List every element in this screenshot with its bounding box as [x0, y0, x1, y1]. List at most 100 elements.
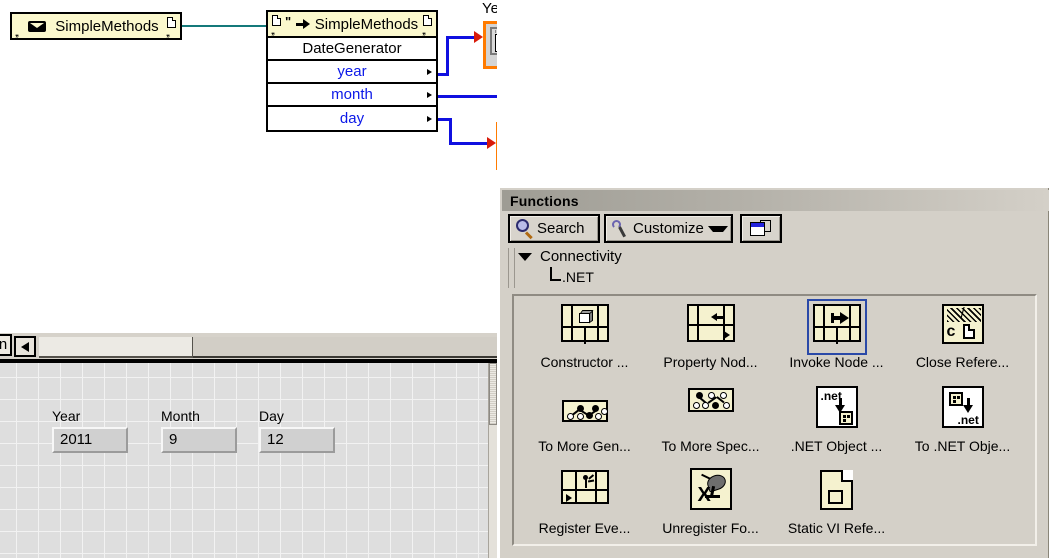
palette-item-static-vi-reference[interactable]: Static VI Refe... — [774, 464, 899, 544]
scrollbar-thumb[interactable] — [489, 363, 497, 425]
customize-button[interactable]: Customize — [604, 214, 733, 243]
breadcrumb-level-2[interactable]: .NET — [562, 269, 594, 285]
refnum-left-icon: ,, — [15, 28, 19, 38]
invoke-node-method-label: DateGenerator — [302, 40, 402, 57]
front-panel-vertical-scrollbar[interactable] — [488, 363, 497, 558]
static-vi-reference-icon — [809, 466, 865, 518]
front-panel-canvas[interactable]: Year 2011 Month 9 Day 12 — [0, 363, 489, 558]
wire-day-to-terminal — [449, 142, 489, 145]
indicator-terminal-day[interactable]: 1.23 DBL — [496, 122, 497, 170]
chevron-down-icon[interactable] — [518, 253, 532, 261]
indicator-year-inner: 1.23 — [490, 27, 497, 55]
palette-toolbar: Search Customize — [508, 214, 1048, 244]
invoke-node-icon — [806, 299, 867, 355]
labview-screenshot: ,, SimpleMethods ,, ,, " SimpleMethods ,… — [0, 0, 1049, 558]
palette-item-caption: To More Spec... — [661, 438, 760, 454]
palette-item-caption: Constructor ... — [540, 354, 629, 370]
property-node-icon — [683, 300, 739, 352]
toolbar-text-fragment: n — [0, 334, 12, 356]
palette-item-caption: To More Gen... — [538, 438, 631, 454]
breadcrumb-rail — [508, 248, 515, 288]
constructor-node-title: SimpleMethods — [55, 17, 159, 35]
refnum-right-icon: ,, — [166, 16, 177, 38]
refnum-out-icon: ,, — [422, 14, 433, 36]
indicator-label-year: Year — [482, 0, 497, 17]
functions-palette-window[interactable]: Functions Search Customize Connectivity … — [498, 186, 1049, 558]
unregister-for-events-icon: X — [683, 466, 739, 518]
indicator-terminal-year[interactable]: 1.23 DBL — [483, 21, 497, 69]
palette-item-caption: Register Eve... — [538, 520, 631, 536]
param-year-output-terminal — [427, 68, 432, 75]
constructor-node-icon — [557, 300, 613, 352]
invoke-node-param-year[interactable]: year — [268, 61, 436, 84]
palette-item-caption: Close Refere... — [915, 354, 1010, 370]
constructor-node-header: ,, SimpleMethods ,, — [12, 14, 180, 38]
fp-label-month: Month — [161, 408, 200, 424]
palette-item-caption: .NET Object ... — [790, 438, 883, 454]
palette-item-to-more-generic[interactable]: To More Gen... — [522, 382, 647, 465]
wire-year-vertical — [446, 36, 449, 76]
to-more-specific-class-icon — [683, 384, 739, 436]
customize-button-label: Customize — [633, 220, 704, 237]
wire-year-arrow — [474, 31, 483, 43]
breadcrumb-elbow-icon — [550, 267, 561, 281]
palette-item-caption: Unregister Fo... — [662, 520, 759, 536]
register-event-callback-icon — [557, 466, 613, 518]
param-day-output-terminal — [427, 115, 432, 122]
palette-item-constructor[interactable]: Constructor ... — [522, 298, 647, 381]
back-arrow-icon[interactable] — [14, 336, 36, 357]
fp-label-day: Day — [259, 408, 284, 424]
palette-item-caption: To .NET Obje... — [914, 438, 1011, 454]
search-button[interactable]: Search — [508, 214, 600, 243]
invoke-node-param-day[interactable]: day — [268, 107, 436, 130]
search-icon — [515, 218, 535, 239]
front-panel-toolbar[interactable]: n — [0, 334, 497, 359]
toolbar-strip-right — [193, 337, 497, 358]
variant-to-dotnet-object-icon: .net — [935, 384, 991, 436]
palette-item-close-reference[interactable]: / c Close Refere... — [900, 298, 1025, 381]
indicator-year-hatch — [495, 30, 497, 33]
breadcrumb: Connectivity .NET — [508, 248, 1048, 292]
param-month-output-terminal — [427, 91, 432, 98]
window-pin-icon — [750, 219, 772, 238]
pin-palette-button[interactable] — [740, 214, 782, 243]
palette-item-property-node[interactable]: Property Nod... — [648, 298, 773, 381]
toolbar-strip-left — [39, 337, 194, 358]
palette-items-grid: Constructor ... Property Nod... Invoke N… — [512, 294, 1037, 546]
palette-item-to-more-specific[interactable]: To More Spec... — [648, 382, 773, 465]
invoke-arrow-icon: " — [285, 15, 311, 31]
wire-day-arrow — [487, 137, 496, 149]
wire-day-vertical — [449, 118, 452, 145]
palette-item-register-event-callback[interactable]: Register Eve... — [522, 464, 647, 544]
palette-title: Functions — [510, 192, 579, 209]
fp-label-year: Year — [52, 408, 81, 424]
param-year-label: year — [337, 63, 367, 80]
palette-item-variant-to-dotnet-object[interactable]: .net To .NET Obje... — [900, 382, 1025, 465]
chevron-down-icon — [707, 225, 728, 232]
palette-item-dotnet-object-to-variant[interactable]: .net .NET Object ... — [774, 382, 899, 465]
fp-indicator-day[interactable]: 12 — [259, 427, 335, 453]
palette-titlebar: Functions — [502, 190, 1049, 211]
invoke-node-method-row[interactable]: DateGenerator — [268, 38, 436, 61]
dotnet-invoke-node[interactable]: ,, " SimpleMethods ,, DateGenerator year — [266, 10, 438, 132]
breadcrumb-level-1[interactable]: Connectivity — [540, 248, 622, 265]
invoke-node-header: ,, " SimpleMethods ,, — [268, 12, 436, 38]
palette-item-caption: Invoke Node ... — [789, 354, 884, 370]
dotnet-class-icon — [28, 20, 48, 33]
palette-item-caption: Static VI Refe... — [787, 520, 886, 536]
param-day-label: day — [339, 110, 365, 127]
fp-indicator-month[interactable]: 9 — [161, 427, 237, 453]
palette-item-caption: Property Nod... — [663, 354, 758, 370]
front-panel-window[interactable]: n Year 2011 Month 9 Day 12 — [0, 333, 497, 558]
palette-item-unregister-for-events[interactable]: X Unregister Fo... — [648, 464, 773, 544]
block-diagram-canvas[interactable]: ,, SimpleMethods ,, ,, " SimpleMethods ,… — [0, 0, 497, 337]
param-month-label: month — [331, 86, 373, 103]
invoke-node-title: SimpleMethods — [314, 15, 419, 33]
invoke-node-param-month[interactable]: month — [268, 84, 436, 107]
wire-month — [438, 95, 497, 98]
fp-indicator-year[interactable]: 2011 — [52, 427, 128, 453]
refnum-wire — [182, 25, 268, 27]
wire-year-from-node — [438, 73, 449, 76]
palette-item-invoke-node[interactable]: Invoke Node ... — [774, 298, 899, 381]
dotnet-constructor-node[interactable]: ,, SimpleMethods ,, — [10, 12, 182, 40]
